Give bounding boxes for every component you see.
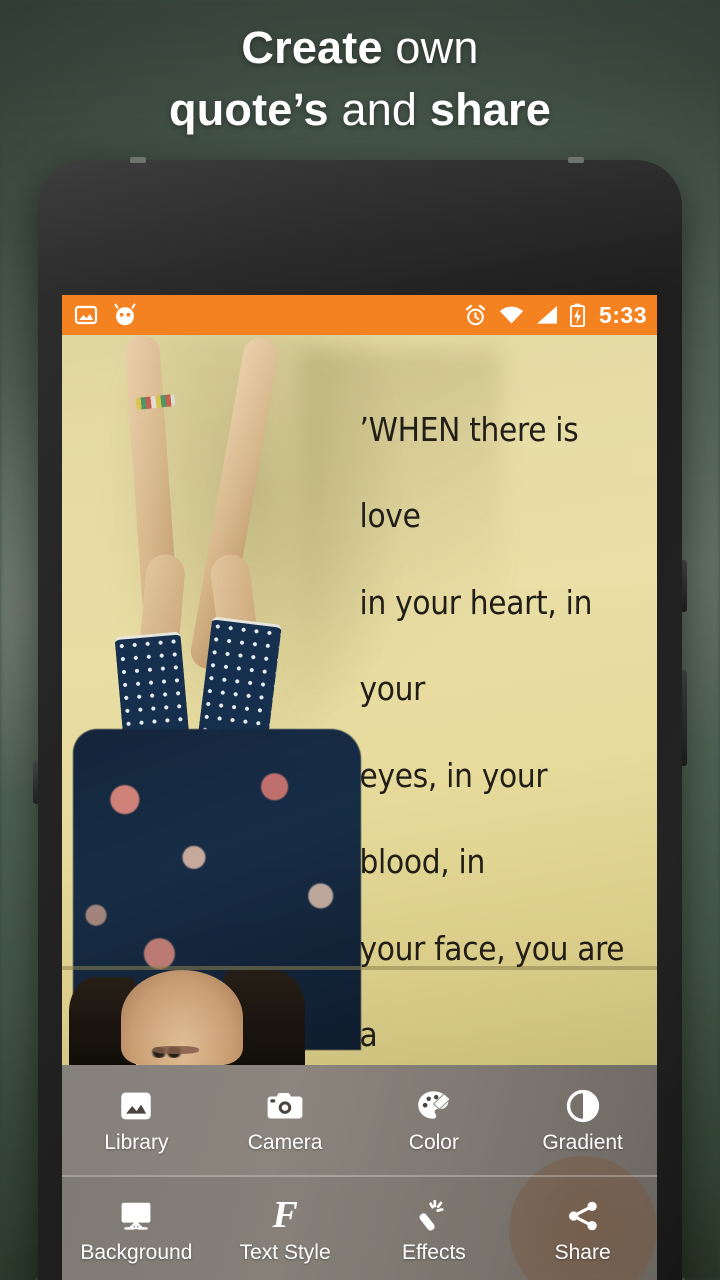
signal-icon (536, 306, 557, 324)
promo-headline-line1-bold: Create (241, 22, 383, 73)
phone-screen: 5:33 ’WHEN there is love in your heart, … (62, 295, 657, 1280)
promo-headline-line1-rest: own (382, 22, 479, 73)
toolbar-item-effects[interactable]: Effects (360, 1175, 509, 1280)
toolbar-label: Text Style (239, 1241, 331, 1264)
quote-line: your face, you are a (359, 928, 625, 1055)
toolbar-item-background[interactable]: Background (62, 1175, 211, 1280)
hand-pointer-icon (562, 1251, 636, 1280)
wifi-icon (499, 306, 523, 324)
promo-headline-line1: Create own (0, 22, 720, 74)
toolbar-label: Gradient (542, 1131, 623, 1154)
quote-canvas[interactable]: ’WHEN there is love in your heart, in yo… (62, 335, 657, 1065)
phone-mockup: 5:33 ’WHEN there is love in your heart, … (33, 157, 687, 1280)
toolbar-item-share[interactable]: Share (508, 1156, 657, 1280)
contrast-icon (566, 1087, 600, 1123)
toolbar-label: Color (408, 1131, 459, 1154)
quote-line: in your heart, in your (359, 582, 593, 709)
toolbar-label: Library (104, 1131, 169, 1154)
bezel-gloss (38, 160, 682, 300)
volume-rocker-button[interactable] (682, 670, 687, 766)
antenna-nub-right (568, 157, 584, 163)
status-bar-clock: 5:33 (598, 301, 647, 328)
toolbar-label: Camera (247, 1131, 323, 1154)
promo-headline-line2-bold-b: share (429, 83, 551, 135)
toolbar-row-secondary: Background F Text Style Effects Share (62, 1156, 657, 1280)
alarm-icon (465, 304, 486, 325)
toolbar-item-color[interactable]: Color (360, 1065, 509, 1175)
quote-line: ’WHEN there is love (359, 410, 579, 536)
toolbar-item-camera[interactable]: Camera (211, 1065, 360, 1175)
promo-headline-line2-bold-a: quote’s (169, 83, 329, 135)
power-button[interactable] (682, 560, 687, 612)
battery-charging-icon (569, 303, 585, 327)
status-bar-left-icons (74, 303, 136, 327)
promo-headline: Create own quote’s and share (0, 22, 720, 136)
font-f-icon: F (272, 1194, 298, 1237)
toolbar-item-text-style[interactable]: F Text Style (211, 1175, 360, 1280)
android-robot-icon (114, 303, 136, 326)
promo-headline-line2: quote’s and share (0, 84, 720, 136)
quote-line: eyes, in your blood, in (359, 755, 548, 882)
image-icon (119, 1087, 153, 1123)
antenna-nub-left (130, 157, 146, 163)
editor-toolbars: Library Camera Color Gradient Background… (62, 1065, 657, 1280)
promo-headline-line2-mid: and (328, 83, 430, 135)
share-nodes-icon (566, 1197, 600, 1233)
magic-wand-icon (417, 1197, 451, 1233)
image-icon (74, 305, 98, 325)
toolbar-divider (62, 1175, 657, 1177)
toolbar-item-library[interactable]: Library (62, 1065, 211, 1175)
toolbar-label: Effects (401, 1241, 466, 1264)
palette-icon (416, 1087, 452, 1123)
quote-text[interactable]: ’WHEN there is love in your heart, in yo… (360, 387, 658, 1065)
backdrop-icon (118, 1197, 154, 1233)
status-bar: 5:33 (62, 295, 657, 335)
side-tray-slot (33, 760, 38, 804)
status-bar-right-icons: 5:33 (464, 303, 647, 327)
toolbar-label: Background (80, 1241, 193, 1264)
camera-icon (266, 1087, 304, 1123)
